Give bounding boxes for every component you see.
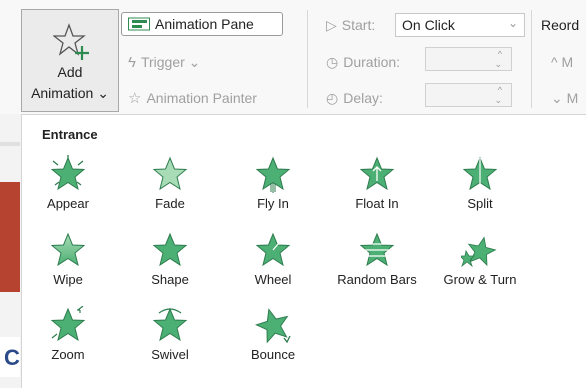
animation-item-label: Zoom [51,347,85,362]
reorder-label: Reord [541,17,580,33]
star-swivel-icon [152,307,188,342]
star-floatin-icon [359,156,395,191]
slide-edge-accent [0,182,20,292]
star-burst-icon [50,155,86,191]
section-title: Entrance [42,127,98,142]
animation-item-label: Bounce [250,347,296,362]
animations-ribbon: Add Animation ⌄ Animation Pane ϟ Trigger… [0,0,586,114]
star-flyin-icon [255,156,291,193]
duration-label: Duration: [343,54,401,70]
animation-item-bounce[interactable]: Bounce [227,306,319,362]
animation-item-split[interactable]: Split [434,155,526,211]
star-shape-icon [152,232,188,267]
animation-gallery: Entrance Appear Fade Fly In Float In Split Wi… [21,114,586,388]
star-split-icon [462,156,498,191]
star-wheel-icon [255,232,291,267]
spin-down-icon[interactable]: ⌄ [494,60,502,69]
delay-spinner[interactable]: ^ ⌄ [425,83,512,107]
animation-item-label: Fly In [257,196,289,211]
separator [307,10,308,108]
animation-item-label: Split [467,196,493,211]
delay-label-group: ◴ Delay: [326,86,383,110]
animation-pane-button[interactable]: Animation Pane [121,12,283,36]
trigger-label: Trigger ⌄ [140,53,201,70]
animation-item-label: Appear [47,196,89,211]
animation-item-fade[interactable]: Fade [124,155,216,211]
delay-clock-icon: ◴ [326,89,339,106]
start-dropdown[interactable]: On Click ⌄ [395,13,525,37]
star-growturn-icon [461,236,497,268]
start-label: Start: [341,17,376,33]
animation-item-grow-turn[interactable]: Grow & Turn [434,231,526,287]
play-icon: ▷ [326,16,337,33]
delay-label: Delay: [343,90,383,106]
star-bounce-icon [254,308,291,344]
star-fade-icon [152,156,188,191]
move-earlier-button[interactable]: ^ M [551,50,573,74]
animation-painter-label: Animation Painter [146,90,257,106]
animation-item-label: Wheel [254,272,292,287]
animation-item-label: Float In [355,196,399,211]
duration-spinner[interactable]: ^ ⌄ [425,47,512,71]
animation-pane-icon [128,17,150,31]
animation-item-label: Shape [151,272,189,287]
add-animation-button[interactable]: Add Animation ⌄ [21,9,119,112]
add-animation-label-2: Animation ⌄ [31,85,109,101]
clock-icon: ◷ [326,53,339,70]
animation-item-swivel[interactable]: Swivel [124,306,216,362]
slide-edge: C [0,337,20,377]
animation-item-float-in[interactable]: Float In [331,155,423,211]
animation-item-appear[interactable]: Appear [22,155,114,211]
animation-painter-button[interactable]: ☆ Animation Painter [128,86,257,110]
star-randombars-icon [359,232,395,267]
animation-item-label: Swivel [151,347,189,362]
start-value: On Click [402,17,455,33]
start-label-group: ▷ Start: [326,13,375,37]
animation-item-label: Grow & Turn [443,272,517,287]
animation-item-random-bars[interactable]: Random Bars [331,231,423,287]
chevron-down-icon: ⌄ [507,16,518,30]
star-zoom-icon [50,306,86,342]
slide-edge [0,142,20,146]
animation-item-fly-in[interactable]: Fly In [227,155,319,211]
trigger-button[interactable]: ϟ Trigger ⌄ [128,50,200,74]
animation-pane-label: Animation Pane [155,16,254,32]
add-star-icon [53,23,89,60]
animation-item-zoom[interactable]: Zoom [22,306,114,362]
animation-item-label: Fade [155,196,185,211]
add-animation-label-1: Add [57,64,83,80]
duration-label-group: ◷ Duration: [326,50,400,74]
animation-item-wheel[interactable]: Wheel [227,231,319,287]
move-later-button[interactable]: ⌄ M [551,86,578,110]
spin-up-icon[interactable]: ^ [498,50,502,59]
animation-item-wipe[interactable]: Wipe [22,231,114,287]
lightning-icon: ϟ [128,53,136,71]
animation-item-label: Random Bars [337,272,417,287]
separator [531,10,532,108]
spin-up-icon[interactable]: ^ [498,86,502,95]
painter-star-icon: ☆ [128,90,142,107]
animation-item-shape[interactable]: Shape [124,231,216,287]
animation-item-label: Wipe [53,272,83,287]
spin-down-icon[interactable]: ⌄ [494,96,502,105]
star-wipe-icon [50,232,86,267]
